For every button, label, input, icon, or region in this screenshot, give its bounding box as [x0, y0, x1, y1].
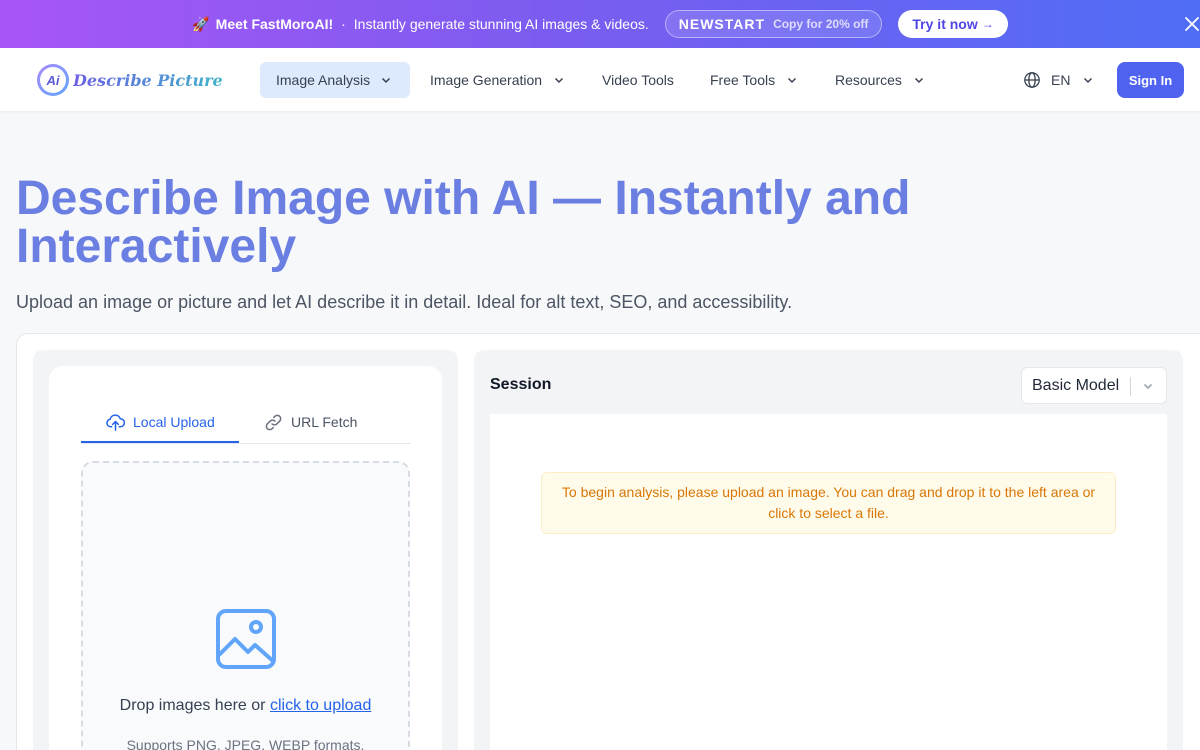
model-select[interactable]: Basic Model [1021, 367, 1167, 404]
language-label: EN [1051, 72, 1071, 88]
supported-formats: Supports PNG, JPEG, WEBP formats. [126, 737, 365, 750]
globe-icon [1024, 72, 1040, 88]
promo-code: NEWSTART [678, 16, 766, 32]
arrow-right-icon: → [981, 17, 994, 31]
upload-notice: To begin analysis, please upload an imag… [541, 472, 1116, 534]
page-subtitle: Upload an image or picture and let AI de… [16, 292, 793, 312]
chevron-down-icon [555, 77, 564, 84]
chevron-down-icon [382, 77, 391, 84]
promo-code-pill[interactable]: NEWSTART Copy for 20% off [664, 10, 883, 38]
site-logo[interactable]: Ai Describe Picture [37, 64, 223, 96]
sign-in-button[interactable]: Sign In [1117, 62, 1184, 98]
nav-item-image-generation[interactable]: Image Generation [430, 62, 565, 98]
logo-badge-text: Ai [40, 67, 66, 93]
tab-divider [81, 443, 411, 444]
nav-item-label: Image Analysis [276, 72, 371, 88]
tab-url-fetch[interactable]: URL Fetch [264, 400, 357, 444]
session-title: Session [490, 376, 552, 393]
logo-badge: Ai [37, 64, 69, 96]
drop-instructions: Drop images here or click to upload [81, 697, 410, 715]
try-it-now-button[interactable]: Try it now → [898, 10, 1008, 38]
nav-item-image-analysis[interactable]: Image Analysis [260, 62, 410, 98]
nav-item-label: Resources [835, 72, 902, 88]
active-tab-indicator [81, 441, 239, 443]
page-title: Describe Image with AI — Instantly and I… [16, 172, 911, 273]
drop-text: Drop images here or [119, 697, 270, 714]
chevron-down-icon [914, 77, 923, 84]
tab-label: URL Fetch [291, 414, 358, 430]
image-icon [216, 609, 276, 669]
try-it-now-label: Try it now [912, 16, 978, 32]
click-to-upload-link[interactable]: click to upload [270, 697, 371, 714]
close-icon[interactable] [1184, 14, 1200, 34]
chevron-down-icon [788, 77, 797, 84]
link-icon [265, 414, 282, 430]
chevron-down-icon [1084, 77, 1093, 84]
promo-copy-hint: Copy for 20% off [773, 17, 869, 31]
select-separator [1130, 377, 1131, 396]
nav-item-resources[interactable]: Resources [835, 62, 925, 98]
chevron-down-icon [1143, 383, 1153, 390]
cloud-upload-icon [106, 413, 125, 431]
rocket-icon: 🚀 [192, 15, 210, 32]
promo-separator: · [341, 16, 346, 32]
nav-item-video-tools[interactable]: Video Tools [602, 62, 674, 98]
promo-banner: 🚀 Meet FastMoroAI! · Instantly generate … [0, 0, 1200, 48]
tab-local-upload[interactable]: Local Upload [106, 400, 215, 444]
language-selector[interactable]: EN [1023, 62, 1094, 98]
top-navigation: Ai Describe Picture Image Analysis Image… [0, 48, 1200, 112]
nav-item-label: Video Tools [602, 72, 674, 88]
model-select-value: Basic Model [1032, 376, 1120, 394]
promo-headline: Meet FastMoroAI! [215, 16, 334, 32]
logo-text: Describe Picture [73, 70, 223, 90]
promo-text: Instantly generate stunning AI images & … [353, 16, 649, 32]
session-content [490, 414, 1167, 750]
nav-item-label: Image Generation [430, 72, 543, 88]
nav-item-free-tools[interactable]: Free Tools [710, 62, 798, 98]
nav-item-label: Free Tools [710, 72, 776, 88]
tab-label: Local Upload [133, 414, 215, 430]
